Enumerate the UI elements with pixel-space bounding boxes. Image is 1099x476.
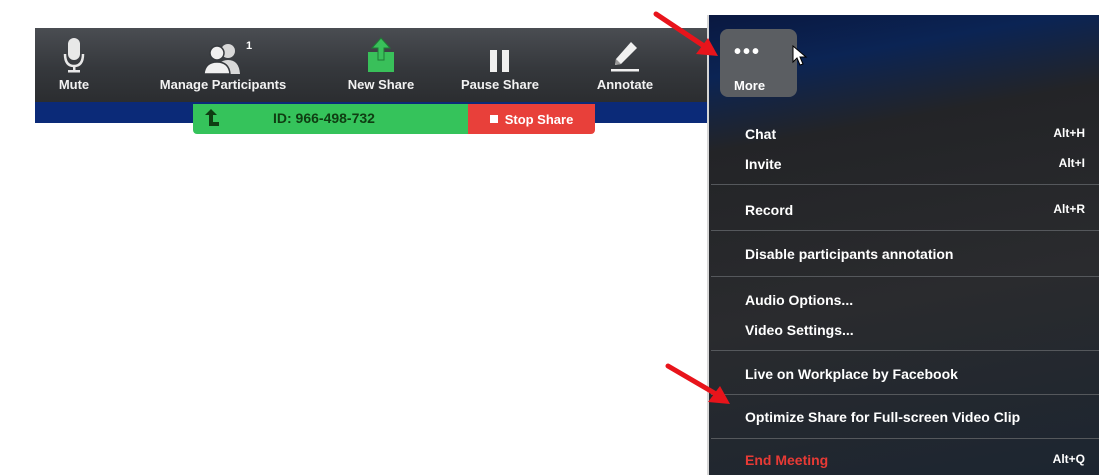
menu-item-label: Optimize Share for Full-screen Video Cli… — [745, 409, 1021, 425]
meeting-id-bar[interactable]: ID: 966-498-732 — [193, 104, 468, 134]
menu-item-label: Invite — [745, 156, 782, 172]
menu-item-record[interactable]: Record Alt+R — [745, 196, 1099, 226]
menu-item-shortcut: Alt+H — [1053, 126, 1085, 140]
menu-item-label: Record — [745, 202, 794, 218]
share-arrow-icon — [203, 108, 221, 131]
menu-item-label: Audio Options... — [745, 292, 854, 308]
menu-item-label: Chat — [745, 126, 777, 142]
menu-divider — [711, 394, 1099, 395]
manage-participants-label: Manage Participants — [159, 77, 287, 92]
menu-item-disable-annotation[interactable]: Disable participants annotation — [745, 240, 1099, 270]
more-label: More — [734, 78, 766, 93]
menu-item-optimize-share[interactable]: Optimize Share for Full-screen Video Cli… — [745, 403, 1099, 433]
meeting-id-text: ID: 966-498-732 — [273, 110, 375, 126]
pause-share-button[interactable]: Pause Share — [455, 28, 545, 102]
pause-share-label: Pause Share — [460, 77, 540, 92]
menu-item-invite[interactable]: Invite Alt+I — [745, 150, 1099, 180]
stop-share-label: Stop Share — [504, 111, 574, 127]
menu-item-label: Video Settings... — [745, 322, 854, 338]
menu-item-shortcut: Alt+R — [1053, 202, 1085, 216]
menu-divider — [711, 276, 1099, 277]
participants-count-badge: 1 — [246, 40, 253, 52]
stop-share-button[interactable]: Stop Share — [468, 104, 595, 134]
menu-item-label: Disable participants annotation — [745, 246, 954, 262]
menu-divider — [711, 350, 1099, 351]
menu-item-label: End Meeting — [745, 452, 829, 468]
new-share-label: New Share — [347, 77, 415, 92]
menu-item-end-meeting[interactable]: End Meeting Alt+Q — [745, 446, 1099, 476]
mute-label: Mute — [58, 77, 90, 92]
menu-item-label: Live on Workplace by Facebook — [745, 366, 958, 382]
new-share-button[interactable]: New Share — [331, 28, 431, 102]
participants-icon — [203, 28, 243, 74]
pencil-icon — [609, 28, 641, 74]
mute-button[interactable]: Mute — [49, 28, 99, 102]
microphone-icon — [63, 28, 85, 74]
menu-divider — [711, 438, 1099, 439]
menu-item-shortcut: Alt+I — [1058, 156, 1085, 170]
share-arrow-icon — [366, 28, 396, 74]
annotate-label: Annotate — [596, 77, 654, 92]
meeting-toolbar: Mute 1 Manage Participants New Share Pau… — [35, 28, 710, 102]
more-button[interactable]: ••• More — [720, 29, 797, 97]
red-arrow-icon — [653, 11, 718, 56]
stop-icon — [489, 115, 498, 123]
menu-item-audio-options[interactable]: Audio Options... — [745, 286, 1099, 316]
pause-icon — [488, 28, 512, 74]
cursor-icon — [792, 44, 808, 72]
ellipsis-icon: ••• — [734, 41, 762, 63]
menu-item-shortcut: Alt+Q — [1052, 452, 1085, 466]
menu-item-video-settings[interactable]: Video Settings... — [745, 316, 1099, 346]
menu-item-live-workplace[interactable]: Live on Workplace by Facebook — [745, 360, 1099, 390]
menu-item-chat[interactable]: Chat Alt+H — [745, 120, 1099, 150]
manage-participants-button[interactable]: 1 Manage Participants — [143, 28, 303, 102]
menu-divider — [711, 230, 1099, 231]
menu-divider — [711, 184, 1099, 185]
red-arrow-icon — [665, 363, 730, 404]
